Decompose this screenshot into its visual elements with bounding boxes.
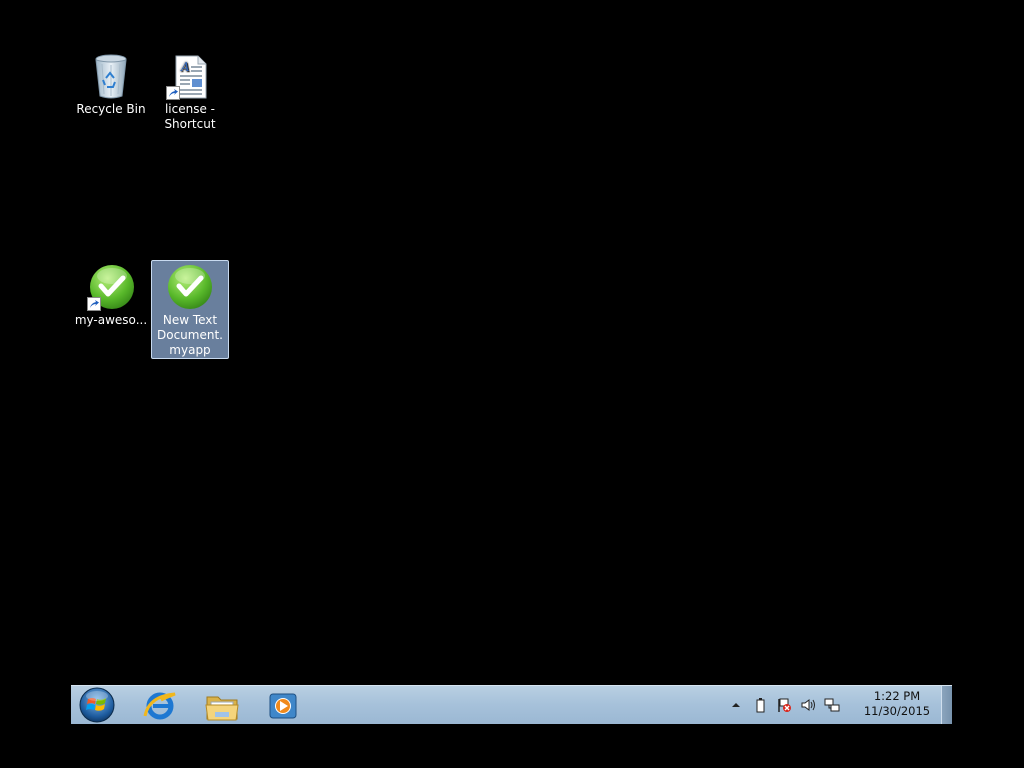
media-player-icon: [269, 693, 297, 719]
show-desktop-button[interactable]: [941, 686, 952, 724]
desktop-icon-label: my-aweso...: [74, 313, 148, 327]
shortcut-arrow-icon: [87, 297, 101, 311]
taskbar: 1:22 PM 11/30/2015: [71, 685, 952, 724]
action-center-button[interactable]: [776, 697, 792, 713]
svg-text:A: A: [180, 60, 190, 74]
volume-icon: [801, 699, 815, 711]
clock-time: 1:22 PM: [873, 689, 921, 703]
desktop-icon-label: Recycle Bin: [76, 102, 146, 116]
desktop-icon-recycle-bin[interactable]: Recycle Bin: [72, 50, 150, 117]
network-icon: [824, 698, 840, 712]
taskbar-clock[interactable]: 1:22 PM 11/30/2015: [862, 689, 932, 719]
recycle-bin-icon: [87, 52, 135, 100]
desktop-icon-license-shortcut[interactable]: A license - Shortcut: [151, 50, 229, 132]
battery-icon: [756, 698, 765, 713]
taskbar-windows-explorer-button[interactable]: [197, 688, 247, 724]
volume-button[interactable]: [800, 697, 816, 713]
desktop[interactable]: Recycle Bin A license - Shortcut my-awes…: [0, 0, 1024, 768]
document-icon: A: [166, 52, 214, 100]
folder-icon: [205, 696, 239, 721]
network-button[interactable]: [824, 697, 840, 713]
system-tray: 1:22 PM 11/30/2015: [728, 686, 938, 724]
desktop-icon-my-awesome-app[interactable]: my-aweso...: [72, 261, 150, 328]
desktop-icon-new-text-document[interactable]: New Text Document.myapp: [151, 260, 229, 359]
show-hidden-icons-icon: [732, 703, 740, 707]
green-check-icon: [166, 263, 214, 311]
green-check-icon: [87, 263, 135, 311]
start-button[interactable]: [77, 686, 117, 724]
taskbar-internet-explorer-button[interactable]: [135, 688, 185, 724]
clock-date: 11/30/2015: [863, 704, 931, 718]
windows-start-icon: [79, 687, 115, 723]
taskbar-media-player-button[interactable]: [258, 688, 308, 724]
battery-button[interactable]: [752, 697, 768, 713]
desktop-icon-label: New Text Document.myapp: [157, 313, 223, 357]
internet-explorer-icon: [143, 692, 176, 720]
shortcut-arrow-icon: [166, 86, 180, 100]
action-center-flag-icon: [778, 698, 791, 712]
show-hidden-icons-button[interactable]: [728, 697, 744, 713]
desktop-icon-label: license - Shortcut: [164, 102, 216, 131]
